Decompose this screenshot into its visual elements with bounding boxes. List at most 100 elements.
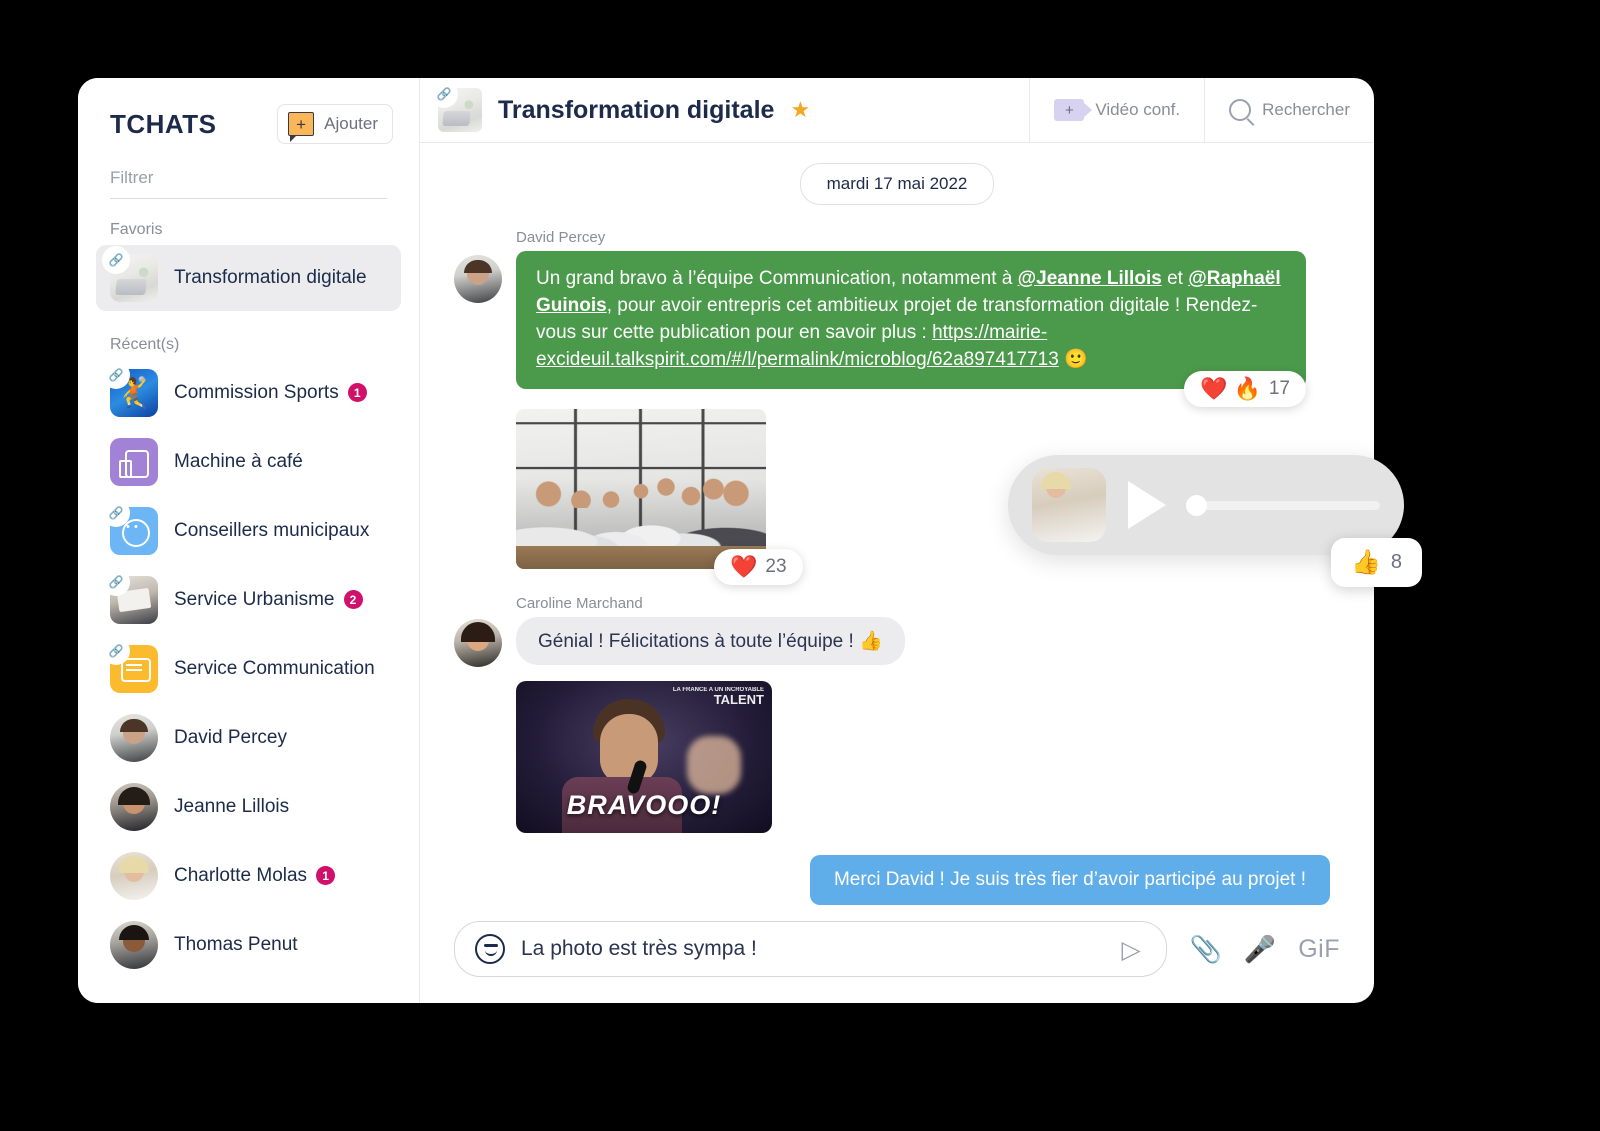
search-icon [1229, 99, 1252, 121]
reaction-count: 17 [1268, 377, 1290, 399]
reaction-emoji: ❤️ 🔥 [1199, 375, 1261, 401]
recents-list: 🔗 Commission Sports 1 Machine à café 🔗 [78, 360, 419, 978]
favorites-list: 🔗 Transformation digitale [78, 245, 419, 311]
add-chat-button[interactable]: + Ajouter [277, 104, 393, 144]
sidebar-item-transformation-digitale[interactable]: 🔗 Transformation digitale [96, 245, 401, 311]
sidebar-item-david-percey[interactable]: David Percey [96, 705, 401, 771]
sidebar-item-jeanne-lillois[interactable]: Jeanne Lillois [96, 774, 401, 840]
video-conference-label: Vidéo conf. [1095, 100, 1181, 119]
sidebar-item-text: Charlotte Molas [174, 865, 308, 886]
sidebar-item-label: Commission Sports 1 [174, 382, 367, 404]
link-icon: 🔗 [104, 363, 128, 387]
sidebar-header: TCHATS + Ajouter [78, 78, 419, 150]
avatar-thomas [110, 921, 158, 969]
chat-title-area: 🔗 Transformation digitale ★ [420, 78, 1029, 142]
link-icon: 🔗 [104, 639, 128, 663]
video-conference-button[interactable]: + Vidéo conf. [1029, 78, 1204, 142]
speech-bubble-thumbnail: 🔗 [104, 639, 158, 693]
thumbs-up-thumbnail [110, 438, 158, 486]
search-label: Rechercher [1262, 100, 1350, 119]
sidebar-item-label: Jeanne Lillois [174, 796, 290, 817]
message-row-outgoing: Merci David ! Je suis très fier d’avoir … [420, 854, 1374, 905]
reaction-emoji: 👍 [1351, 549, 1381, 576]
unread-badge: 1 [347, 383, 367, 403]
sidebar-item-text: Commission Sports [174, 382, 339, 403]
mention-jeanne-lillois[interactable]: @Jeanne Lillois [1018, 268, 1162, 289]
reaction-chip-thumbs-up[interactable]: 👍 8 [1331, 538, 1423, 587]
smiley-thumbnail: 🔗 [104, 501, 158, 555]
date-label: mardi 17 mai 2022 [799, 163, 995, 205]
sidebar-item-text: Service Urbanisme [174, 589, 335, 610]
message-input-box[interactable] [454, 921, 1168, 977]
favorites-section-label: Favoris [110, 221, 163, 238]
sidebar-item-thomas-penut[interactable]: Thomas Penut [96, 912, 401, 978]
favorite-star-icon[interactable]: ★ [790, 97, 810, 123]
message-text-part2: et [1161, 268, 1189, 289]
avatar-jeanne [110, 783, 158, 831]
recents-section-label: Récent(s) [110, 336, 180, 353]
message-bubble-outgoing: Merci David ! Je suis très fier d’avoir … [809, 854, 1330, 905]
reaction-chip-heart[interactable]: ❤️ 23 [714, 548, 803, 585]
sports-thumbnail: 🔗 [104, 363, 158, 417]
gif-brand-watermark: LA FRANCE A UN INCROYABLE TALENT [672, 686, 764, 708]
message-row-david: David Percey Un grand bravo à l’équipe C… [420, 229, 1374, 407]
sidebar-item-conseillers-municipaux[interactable]: 🔗 Conseillers municipaux [96, 498, 401, 564]
sidebar-item-service-communication[interactable]: 🔗 Service Communication [96, 636, 401, 702]
link-icon: 🔗 [104, 570, 128, 594]
sidebar-item-service-urbanisme[interactable]: 🔗 Service Urbanisme 2 [96, 567, 401, 633]
sidebar-item-charlotte-molas[interactable]: Charlotte Molas 1 [96, 843, 401, 909]
gif-button[interactable]: GiF [1298, 935, 1340, 964]
sidebar-item-label: Service Communication [174, 658, 375, 679]
link-icon: 🔗 [104, 501, 128, 525]
desk-laptop-thumbnail: 🔗 [104, 248, 158, 302]
sidebar-item-commission-sports[interactable]: 🔗 Commission Sports 1 [96, 360, 401, 426]
sidebar-item-machine-a-cafe[interactable]: Machine à café [96, 429, 401, 495]
sidebar-item-label: Thomas Penut [174, 934, 298, 955]
sidebar-item-label: Machine à café [174, 451, 303, 472]
message-bubble-incoming: Un grand bravo à l’équipe Communication,… [516, 251, 1306, 389]
play-icon[interactable] [1128, 481, 1166, 529]
video-progress-track[interactable] [1186, 494, 1380, 516]
reaction-emoji: ❤️ [730, 553, 758, 579]
reaction-chip-heart-fire[interactable]: ❤️ 🔥 17 [1183, 370, 1306, 407]
add-chat-icon: + [288, 112, 315, 142]
avatar-charlotte [110, 852, 158, 900]
message-sender-name: David Percey [516, 229, 606, 246]
emoji-smiley-icon[interactable] [475, 934, 505, 964]
message-input[interactable] [519, 936, 1107, 962]
desk-laptop-thumbnail: 🔗 [432, 82, 482, 132]
sidebar-item-label: David Percey [174, 727, 287, 748]
message-row-caroline: Caroline Marchand Génial ! Félicitations… [420, 595, 1374, 667]
search-button[interactable]: Rechercher [1204, 78, 1374, 142]
message-text-part1: Un grand bravo à l’équipe Communication,… [536, 268, 1018, 289]
add-chat-label: Ajouter [324, 114, 378, 133]
sidebar-item-label: Transformation digitale [174, 267, 367, 288]
unread-badge: 2 [343, 590, 363, 610]
video-progress-knob[interactable] [1186, 494, 1207, 516]
microphone-icon[interactable]: 🎤 [1244, 934, 1276, 965]
paperclip-icon[interactable]: 📎 [1189, 934, 1221, 965]
avatar-charlotte-video [1032, 468, 1106, 542]
bravooo-gif[interactable]: LA FRANCE A UN INCROYABLE TALENT BRAVOOO… [516, 680, 772, 833]
send-icon [1121, 938, 1145, 960]
filter-field-wrapper [78, 150, 419, 199]
filter-input[interactable] [110, 164, 387, 199]
reaction-count: 23 [765, 555, 787, 577]
team-celebration-photo[interactable] [516, 408, 766, 569]
blueprint-thumbnail: 🔗 [104, 570, 158, 624]
sidebar: TCHATS + Ajouter Favoris 🔗 Transformatio… [78, 78, 420, 1003]
avatar-caroline [454, 618, 502, 667]
message-row-gif: LA FRANCE A UN INCROYABLE TALENT BRAVOOO… [420, 680, 1374, 833]
sidebar-item-label: Service Urbanisme 2 [174, 589, 363, 611]
unread-badge: 1 [316, 866, 336, 886]
sidebar-item-label: Charlotte Molas 1 [174, 865, 336, 887]
message-text-part3: , pour avoir entrepris cet ambitieux pro… [536, 294, 1258, 343]
avatar-david [454, 255, 502, 303]
video-camera-icon: + [1054, 99, 1093, 121]
message-bubble-grey: Génial ! Félicitations à toute l’équipe … [516, 616, 905, 665]
chat-topbar: 🔗 Transformation digitale ★ + Vidéo conf… [420, 78, 1374, 143]
send-button[interactable] [1120, 938, 1146, 960]
link-icon: 🔗 [104, 248, 128, 272]
link-icon: 🔗 [432, 82, 456, 106]
page-title: Transformation digitale [498, 95, 775, 124]
